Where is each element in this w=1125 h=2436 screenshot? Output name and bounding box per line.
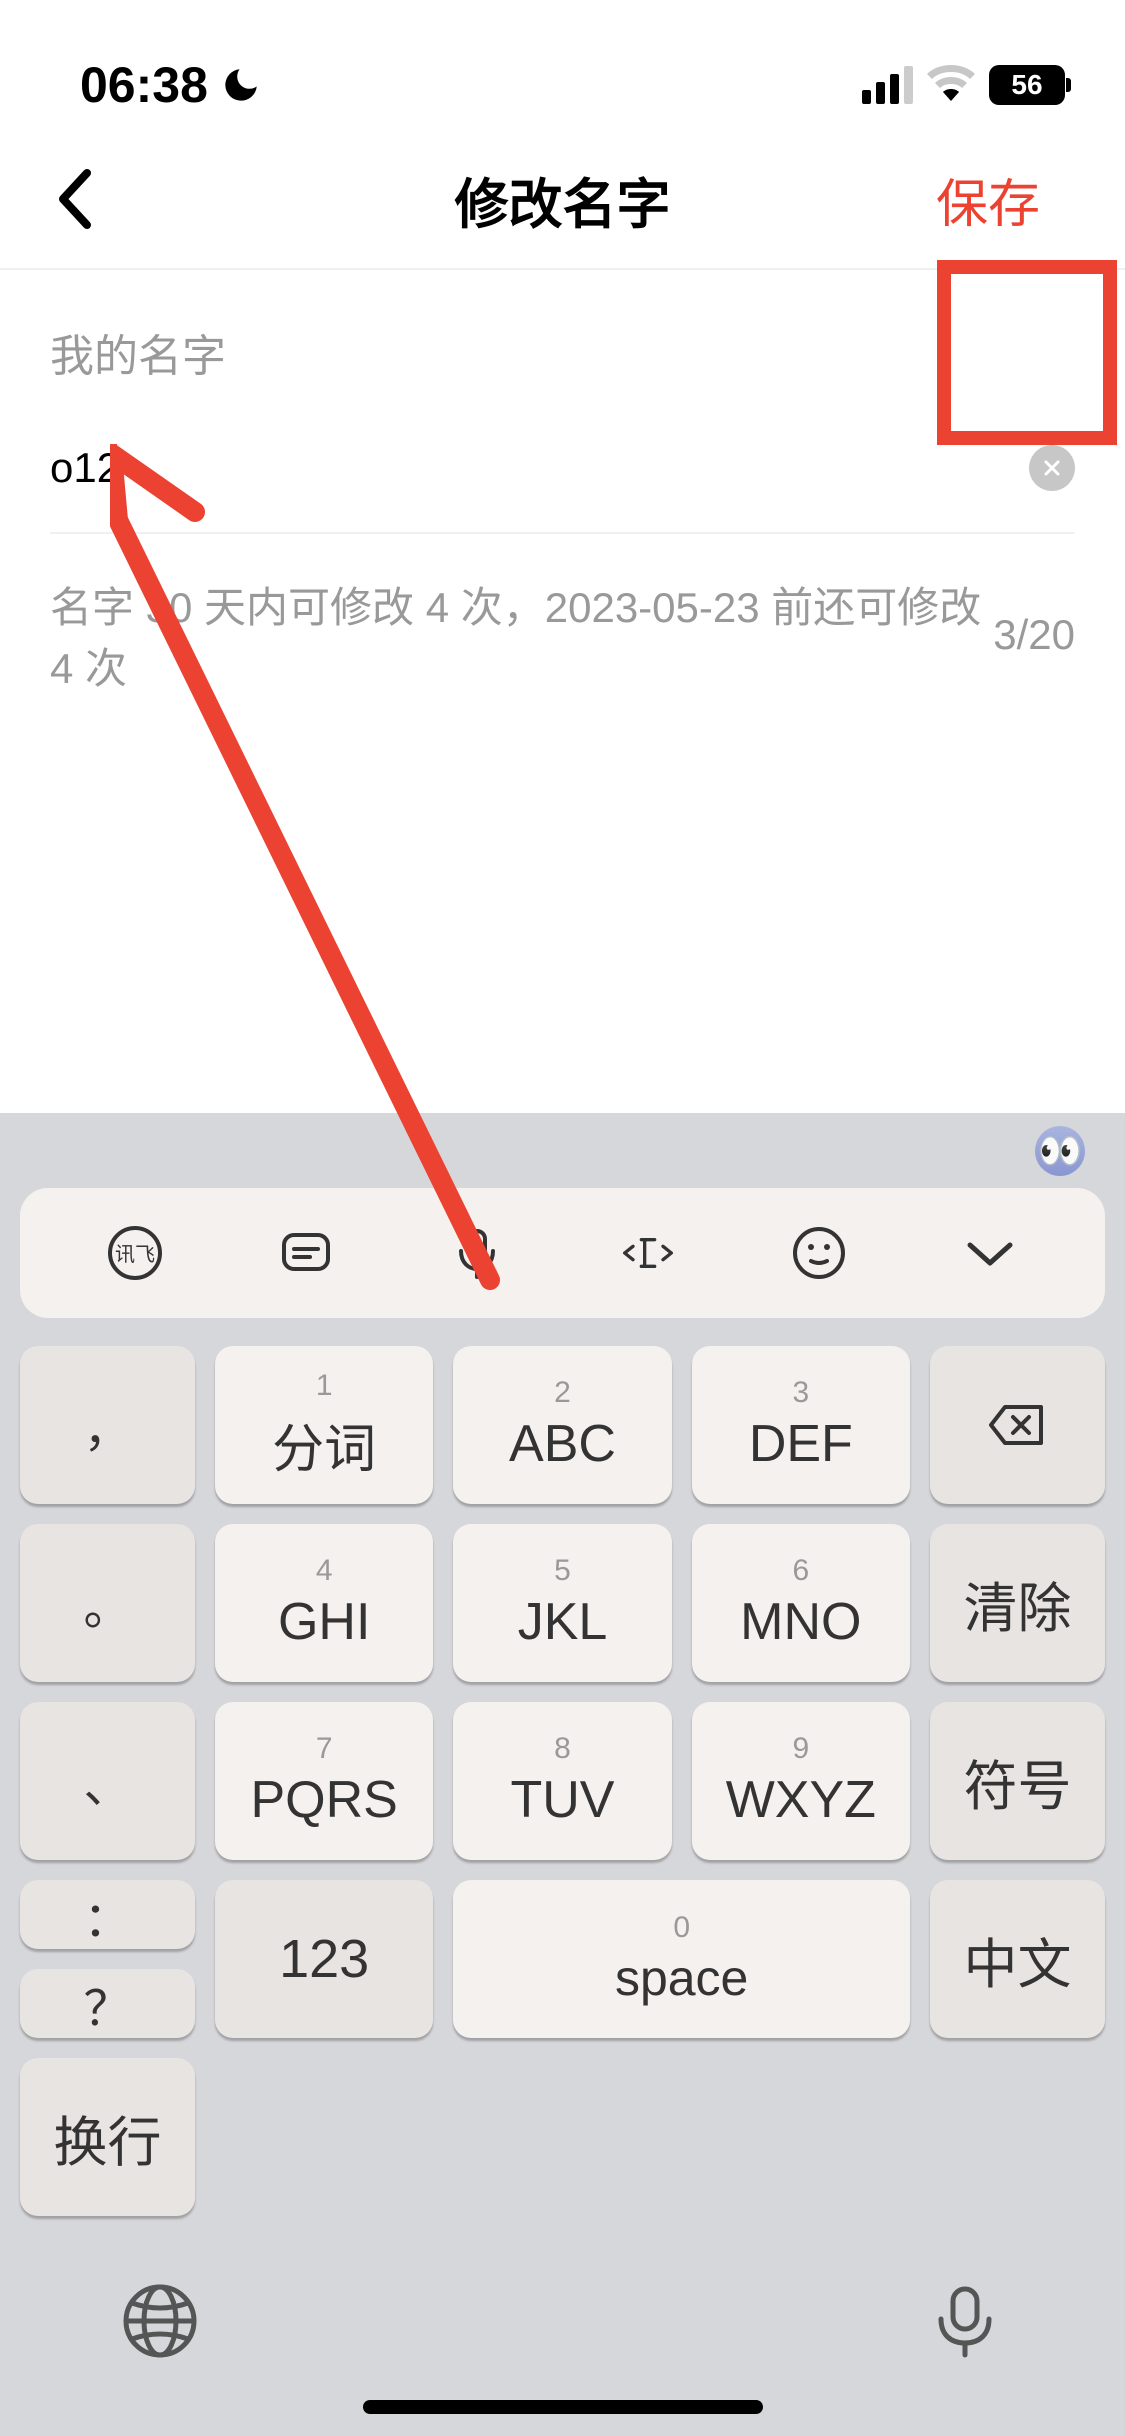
navigation-bar: 修改名字 保存 (0, 130, 1125, 270)
svg-text:讯飞: 讯飞 (115, 1243, 155, 1266)
key-symbols[interactable]: 符号 (930, 1702, 1105, 1860)
clear-input-button[interactable] (1029, 445, 1075, 491)
collapse-keyboard-icon[interactable] (960, 1223, 1020, 1283)
keyboard-toolbar: 讯飞 (20, 1188, 1105, 1318)
punct-column: ： ？ (20, 1880, 195, 2038)
field-label: 我的名字 (50, 320, 1075, 384)
key-6-mno[interactable]: 6 MNO (692, 1524, 910, 1682)
key-return[interactable]: 换行 (20, 2058, 195, 2216)
key-7-pqrs[interactable]: 7 PQRS (215, 1702, 433, 1860)
key-chinese[interactable]: 中文 (930, 1880, 1105, 2038)
cursor-move-icon[interactable] (618, 1223, 678, 1283)
microphone-footer-icon[interactable] (925, 2281, 1005, 2361)
status-bar: 06:38 56 (0, 0, 1125, 130)
home-indicator[interactable] (363, 2400, 763, 2414)
key-clear[interactable]: 清除 (930, 1524, 1105, 1682)
battery-icon: 56 (989, 65, 1065, 105)
back-button[interactable] (55, 169, 115, 229)
key-5-jkl[interactable]: 5 JKL (453, 1524, 671, 1682)
name-input[interactable]: o12 (50, 444, 111, 492)
key-123[interactable]: 123 (215, 1880, 433, 2038)
keyboard: 👀 讯飞 (0, 1113, 1125, 2436)
moon-icon (220, 64, 262, 106)
save-button[interactable]: 保存 (906, 142, 1070, 257)
keyboard-keys: ， 1 分词 2 ABC 3 DEF 。 4 GHI 5 JKL (0, 1318, 1125, 2236)
emoji-icon[interactable] (789, 1223, 849, 1283)
key-delete[interactable] (930, 1346, 1105, 1504)
cellular-signal-icon (862, 66, 913, 104)
key-9-wxyz[interactable]: 9 WXYZ (692, 1702, 910, 1860)
wifi-icon (927, 65, 975, 106)
input-row: o12 (50, 444, 1075, 534)
key-slight-pause[interactable]: 、 (20, 1702, 195, 1860)
page-title: 修改名字 (455, 160, 671, 239)
key-1-fenci[interactable]: 1 分词 (215, 1346, 433, 1504)
xunfei-icon[interactable]: 讯飞 (105, 1223, 165, 1283)
status-indicators: 56 (862, 65, 1065, 106)
keyboard-header: 👀 (0, 1113, 1125, 1188)
key-comma[interactable]: ， (20, 1346, 195, 1504)
globe-icon[interactable] (120, 2281, 200, 2361)
character-counter: 3/20 (993, 611, 1075, 659)
key-4-ghi[interactable]: 4 GHI (215, 1524, 433, 1682)
info-row: 名字 30 天内可修改 4 次，2023-05-23 前还可修改 4 次 3/2… (50, 574, 1075, 696)
key-question[interactable]: ？ (20, 1969, 195, 2038)
microphone-icon[interactable] (447, 1223, 507, 1283)
battery-level: 56 (1011, 69, 1042, 101)
key-space[interactable]: 0 space (453, 1880, 910, 2038)
key-8-tuv[interactable]: 8 TUV (453, 1702, 671, 1860)
status-time-section: 06:38 (80, 56, 262, 114)
keyboard-avatar-icon[interactable]: 👀 (1035, 1126, 1085, 1176)
save-button-highlight-annotation (937, 260, 1117, 445)
name-input-wrapper[interactable]: o12 (50, 444, 126, 492)
delete-icon (987, 1403, 1047, 1448)
key-3-def[interactable]: 3 DEF (692, 1346, 910, 1504)
message-icon[interactable] (276, 1223, 336, 1283)
key-2-abc[interactable]: 2 ABC (453, 1346, 671, 1504)
clock-time: 06:38 (80, 56, 208, 114)
key-colon[interactable]: ： (20, 1880, 195, 1949)
modify-limit-info: 名字 30 天内可修改 4 次，2023-05-23 前还可修改 4 次 (50, 574, 993, 696)
key-period[interactable]: 。 (20, 1524, 195, 1682)
